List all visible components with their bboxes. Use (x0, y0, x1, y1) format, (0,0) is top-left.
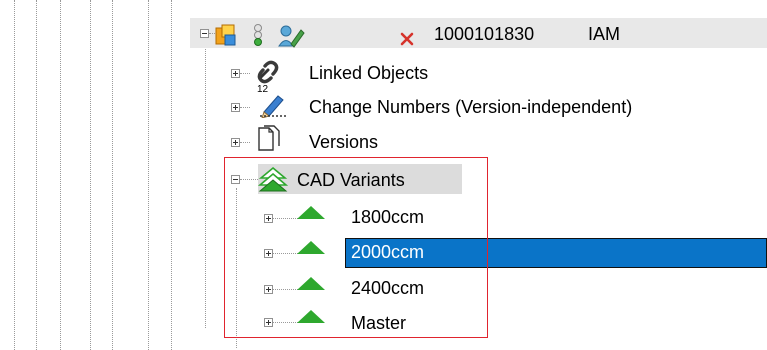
tree-guide-line (112, 0, 113, 350)
status-indicator-icon (254, 24, 262, 46)
root-collapse-toggle[interactable] (200, 29, 209, 38)
tree-item-linked-objects[interactable]: Linked Objects (309, 62, 428, 84)
tree-connector (240, 142, 250, 143)
object-id-number: 1000101830 (434, 24, 535, 44)
pencil-edit-icon (260, 95, 286, 118)
assembly-icon (215, 24, 236, 46)
tree-guide-line (60, 0, 61, 350)
tree-guide-line (36, 0, 37, 350)
tree-guide-line (205, 38, 206, 328)
tree-guide-line (14, 0, 15, 350)
object-type-code: IAM (588, 24, 621, 44)
tree-item-versions[interactable]: Versions (309, 131, 378, 153)
tree-item-change-numbers[interactable]: Change Numbers (Version-independent) (309, 96, 632, 118)
error-x-icon (400, 32, 414, 46)
document-pages-icon (258, 125, 280, 151)
user-edit-icon (278, 25, 305, 48)
tree-connector (240, 73, 250, 74)
highlight-box (224, 157, 488, 338)
tree-connector (240, 107, 250, 108)
tree-guide-line (90, 0, 91, 350)
versions-expand-toggle[interactable] (231, 138, 240, 147)
tree-guide-line (148, 0, 149, 350)
linked-objects-expand-toggle[interactable] (231, 69, 240, 78)
change-numbers-expand-toggle[interactable] (231, 103, 240, 112)
tree-guide-line (171, 0, 172, 350)
link-chain-icon (257, 60, 279, 84)
